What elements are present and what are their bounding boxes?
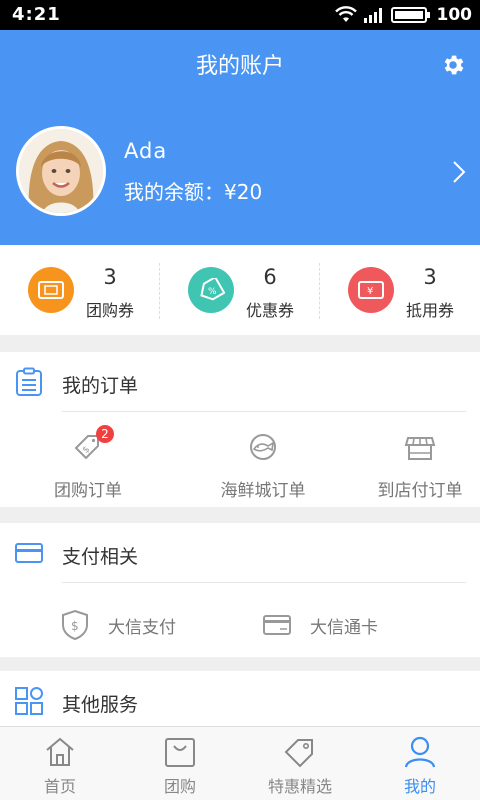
coupon-voucher[interactable]: ¥ 3 抵用券 — [320, 245, 480, 335]
payment-daxin-pay[interactable]: $ 大信支付 — [60, 583, 240, 668]
section-title: 支付相关 — [62, 546, 139, 568]
shopping-bag-icon — [165, 738, 195, 767]
yuan-ticket-icon: ¥ — [348, 267, 394, 313]
battery-icon — [390, 7, 430, 23]
coupon-count: 6 — [263, 265, 277, 289]
section-title: 我的订单 — [62, 375, 139, 397]
tab-group-buy[interactable]: 团购 — [120, 727, 240, 800]
avatar[interactable] — [16, 126, 106, 216]
tab-label: 特惠精选 — [267, 777, 332, 796]
storefront-icon — [404, 437, 436, 460]
tab-home[interactable]: 首页 — [0, 727, 120, 800]
order-seafood[interactable]: 海鲜城订单 — [183, 412, 343, 507]
payment-items: $ 大信支付 大信通卡 — [0, 583, 480, 668]
balance-text: 我的余额：¥20 — [124, 180, 263, 204]
services-section: 其他服务 — [0, 671, 480, 731]
account-header: 我的账户 Ada 我的余额：¥20 — [0, 30, 480, 245]
shield-dollar-icon: $ — [62, 609, 88, 641]
order-in-store[interactable]: 到店付订单 — [340, 412, 480, 507]
tab-label: 首页 — [43, 777, 76, 796]
coupon-label: 团购券 — [85, 301, 134, 320]
wifi-icon — [334, 6, 357, 22]
svg-text:%: % — [208, 287, 217, 297]
tab-label: 我的 — [403, 777, 436, 796]
order-label: 到店付订单 — [377, 481, 463, 501]
fish-icon — [250, 434, 276, 460]
user-name: Ada — [124, 139, 168, 163]
coupon-label: 抵用券 — [405, 301, 454, 320]
coupon-count: 3 — [423, 265, 437, 289]
payment-section: 支付相关 $ 大信支付 大信通卡 — [0, 523, 480, 657]
chevron-right-icon[interactable] — [452, 160, 466, 184]
clipboard-list-icon — [16, 367, 42, 396]
order-label: 团购订单 — [54, 481, 122, 501]
page-title: 我的账户 — [195, 54, 284, 79]
order-group-buy[interactable]: $ 2 团购订单 — [8, 412, 168, 507]
payment-header[interactable]: 支付相关 — [0, 523, 480, 583]
svg-text:$: $ — [71, 619, 79, 633]
payment-label: 大信通卡 — [310, 618, 378, 638]
tab-special-offers[interactable]: 特惠精选 — [240, 727, 360, 800]
tab-mine[interactable]: 我的 — [360, 727, 480, 800]
tab-label: 团购 — [163, 777, 196, 796]
grid-apps-icon — [15, 687, 43, 715]
credit-card-icon — [15, 543, 43, 563]
status-time: 4:21 — [12, 4, 61, 25]
order-label: 海鲜城订单 — [220, 481, 306, 501]
coupon-label: 优惠券 — [245, 301, 294, 320]
services-header[interactable]: 其他服务 — [0, 671, 480, 731]
signal-icon — [363, 8, 382, 23]
orders-header[interactable]: 我的订单 — [0, 352, 480, 412]
user-icon — [404, 736, 436, 768]
order-badge: 2 — [96, 425, 114, 443]
section-title: 其他服务 — [62, 694, 139, 716]
order-items: $ 2 团购订单 海鲜城订单 到店付订单 — [0, 412, 480, 507]
coupon-group-buy[interactable]: 3 团购券 — [0, 245, 160, 335]
home-icon — [46, 737, 74, 766]
battery-level: 100 — [436, 5, 473, 25]
payment-daxin-card[interactable]: 大信通卡 — [262, 583, 442, 668]
status-indicators: 100 — [334, 4, 473, 26]
svg-text:¥: ¥ — [367, 286, 373, 297]
bottom-tab-bar: 首页 团购 特惠精选 我的 — [0, 726, 480, 800]
coupons-row: 3 团购券 % 6 优惠券 ¥ 3 抵用券 — [0, 245, 480, 335]
payment-label: 大信支付 — [108, 618, 176, 638]
ticket-icon — [28, 267, 74, 313]
coupon-count: 3 — [103, 265, 117, 289]
gear-icon[interactable] — [440, 52, 466, 78]
bank-card-icon — [263, 615, 291, 635]
orders-section: 我的订单 $ 2 团购订单 海鲜城订单 到店付订单 — [0, 352, 480, 507]
coupon-discount[interactable]: % 6 优惠券 — [160, 245, 320, 335]
discount-tag-icon: % — [188, 267, 234, 313]
tag-icon — [284, 739, 313, 768]
avatar-portrait — [19, 129, 103, 213]
status-bar: 4:21 100 — [0, 0, 480, 30]
